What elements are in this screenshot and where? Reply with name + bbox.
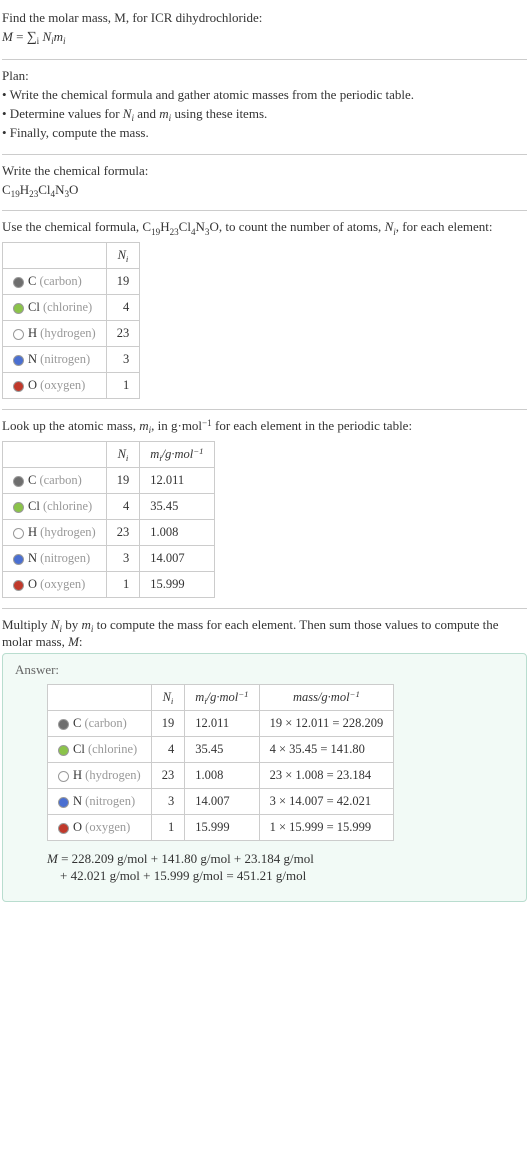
table-row: O (oxygen)1	[3, 373, 140, 399]
plan-bullet-3: • Finally, compute the mass.	[2, 125, 527, 142]
table-row: Cl (chlorine)435.45	[3, 494, 215, 520]
answer-table: Ni mi/g·mol−1 mass/g·mol−1 C (carbon)191…	[47, 684, 394, 841]
table-row: H (hydrogen)231.008	[3, 520, 215, 546]
table-row: O (oxygen)115.9991 × 15.999 = 15.999	[48, 814, 394, 840]
intro-line: Find the molar mass, M, for ICR dihydroc…	[2, 10, 527, 27]
formula-heading: Write the chemical formula:	[2, 163, 527, 180]
count-intro: Use the chemical formula, C19H23Cl4N3O, …	[2, 219, 527, 236]
table-row: Cl (chlorine)4	[3, 295, 140, 321]
mi-intro: Look up the atomic mass, mi, in g·mol−1 …	[2, 418, 527, 435]
table-row: H (hydrogen)23	[3, 321, 140, 347]
chemical-formula: C19H23Cl4N3O	[2, 182, 527, 199]
table-row: Cl (chlorine)435.454 × 35.45 = 141.80	[48, 736, 394, 762]
table-row: N (nitrogen)3	[3, 347, 140, 373]
table-row: N (nitrogen)314.0073 × 14.007 = 42.021	[48, 788, 394, 814]
molar-mass-equation: M = ∑i Nimi	[2, 29, 527, 47]
table-row: O (oxygen)115.999	[3, 572, 215, 598]
table-row: C (carbon)19	[3, 269, 140, 295]
table-row: C (carbon)1912.011	[3, 468, 215, 494]
table-row: H (hydrogen)231.00823 × 1.008 = 23.184	[48, 762, 394, 788]
table-row: N (nitrogen)314.007	[3, 546, 215, 572]
mi-table: Nimi/g·mol−1 C (carbon)1912.011 Cl (chlo…	[2, 441, 215, 598]
multiply-intro: Multiply Ni by mi to compute the mass fo…	[2, 617, 527, 651]
ni-table: Ni C (carbon)19 Cl (chlorine)4 H (hydrog…	[2, 242, 140, 399]
plan-bullet-2: • Determine values for Ni and mi using t…	[2, 106, 527, 123]
plan-heading: Plan:	[2, 68, 527, 85]
table-row: C (carbon)1912.01119 × 12.011 = 228.209	[48, 710, 394, 736]
answer-label: Answer:	[15, 662, 514, 678]
plan-bullet-1: • Write the chemical formula and gather …	[2, 87, 527, 104]
answer-box: Answer: Ni mi/g·mol−1 mass/g·mol−1 C (ca…	[2, 653, 527, 902]
final-sum: M = 228.209 g/mol + 141.80 g/mol + 23.18…	[47, 851, 514, 885]
intro-text: Find the molar mass, M, for ICR dihydroc…	[2, 10, 262, 25]
